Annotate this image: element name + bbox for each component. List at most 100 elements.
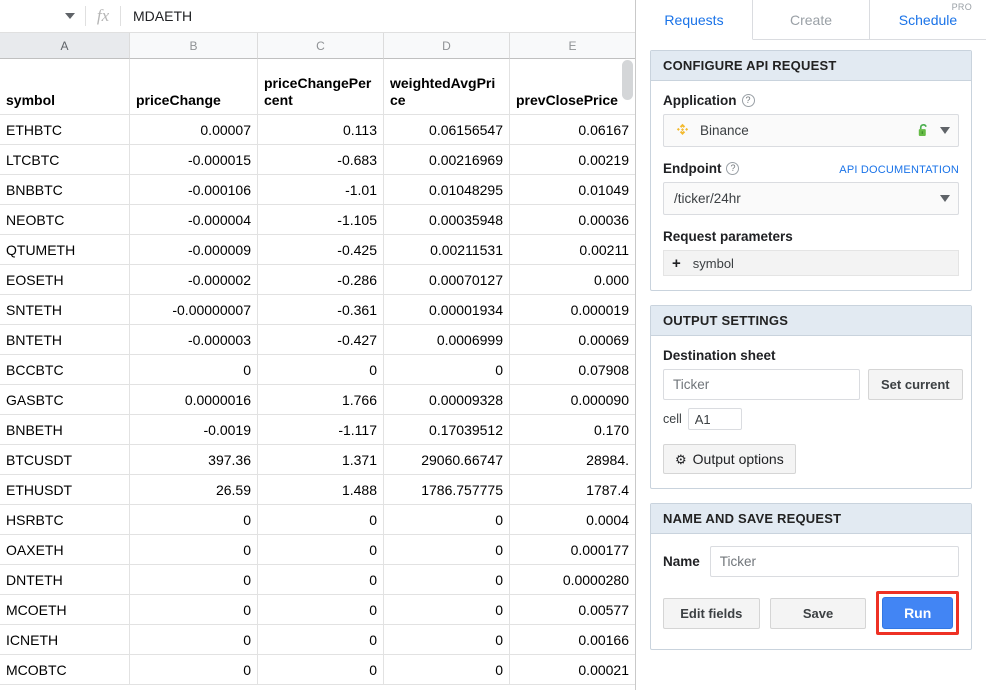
cell-weightedAvgPrice[interactable]: 0 bbox=[384, 355, 510, 385]
cell-symbol[interactable]: BNBETH bbox=[0, 415, 130, 445]
cell-priceChange[interactable]: 0 bbox=[130, 595, 258, 625]
cell-weightedAvgPrice[interactable]: 0.00211531 bbox=[384, 235, 510, 265]
cell-priceChangePercent[interactable]: -1.117 bbox=[258, 415, 384, 445]
cell-prevClosePrice[interactable]: 0.000 bbox=[510, 265, 635, 295]
parameter-row-symbol[interactable]: + symbol bbox=[663, 250, 959, 276]
cell-priceChangePercent[interactable]: -0.683 bbox=[258, 145, 384, 175]
chevron-down-icon[interactable] bbox=[65, 13, 75, 19]
cell-priceChangePercent[interactable]: -1.105 bbox=[258, 205, 384, 235]
cell-symbol[interactable]: BNBBTC bbox=[0, 175, 130, 205]
function-fx-icon[interactable]: fx bbox=[86, 6, 120, 26]
cell-priceChangePercent[interactable]: 0.113 bbox=[258, 115, 384, 145]
cell-symbol[interactable]: LTCBTC bbox=[0, 145, 130, 175]
column-header-c[interactable]: C bbox=[258, 33, 384, 59]
help-icon[interactable]: ? bbox=[726, 162, 740, 175]
header-cell-prevClosePrice[interactable]: prevClosePrice bbox=[510, 59, 635, 115]
destination-sheet-input[interactable] bbox=[663, 369, 860, 400]
header-cell-priceChangePercent[interactable]: priceChangePercent bbox=[258, 59, 384, 115]
application-select[interactable]: Binance bbox=[663, 114, 959, 147]
cell-priceChangePercent[interactable]: -0.286 bbox=[258, 265, 384, 295]
cell-priceChange[interactable]: 26.59 bbox=[130, 475, 258, 505]
cell-prevClosePrice[interactable]: 0.00166 bbox=[510, 625, 635, 655]
cell-prevClosePrice[interactable]: 0.000177 bbox=[510, 535, 635, 565]
cell-weightedAvgPrice[interactable]: 0.00216969 bbox=[384, 145, 510, 175]
tab-create[interactable]: Create bbox=[753, 0, 870, 39]
cell-priceChangePercent[interactable]: 0 bbox=[258, 535, 384, 565]
cell-weightedAvgPrice[interactable]: 0 bbox=[384, 625, 510, 655]
cell-priceChange[interactable]: 0 bbox=[130, 565, 258, 595]
cell-prevClosePrice[interactable]: 1787.4 bbox=[510, 475, 635, 505]
cell-priceChangePercent[interactable]: 0 bbox=[258, 565, 384, 595]
cell-prevClosePrice[interactable]: 28984. bbox=[510, 445, 635, 475]
cell-prevClosePrice[interactable]: 0.00577 bbox=[510, 595, 635, 625]
cell-weightedAvgPrice[interactable]: 0.01048295 bbox=[384, 175, 510, 205]
cell-symbol[interactable]: BTCUSDT bbox=[0, 445, 130, 475]
sheet-vertical-scrollbar[interactable] bbox=[622, 60, 633, 684]
cell-symbol[interactable]: ETHUSDT bbox=[0, 475, 130, 505]
cell-symbol[interactable]: EOSETH bbox=[0, 265, 130, 295]
help-icon[interactable]: ? bbox=[741, 94, 755, 107]
output-options-button[interactable]: ⚙ Output options bbox=[663, 444, 796, 474]
header-cell-weightedAvgPrice[interactable]: weightedAvgPrice bbox=[384, 59, 510, 115]
cell-prevClosePrice[interactable]: 0.0004 bbox=[510, 505, 635, 535]
cell-prevClosePrice[interactable]: 0.06167 bbox=[510, 115, 635, 145]
cell-weightedAvgPrice[interactable]: 0 bbox=[384, 655, 510, 685]
run-button[interactable]: Run bbox=[882, 597, 954, 629]
cell-symbol[interactable]: HSRBTC bbox=[0, 505, 130, 535]
cell-weightedAvgPrice[interactable]: 1786.757775 bbox=[384, 475, 510, 505]
cell-prevClosePrice[interactable]: 0.00219 bbox=[510, 145, 635, 175]
cell-priceChange[interactable]: -0.0019 bbox=[130, 415, 258, 445]
cell-priceChangePercent[interactable]: 0 bbox=[258, 655, 384, 685]
header-cell-priceChange[interactable]: priceChange bbox=[130, 59, 258, 115]
cell-weightedAvgPrice[interactable]: 0 bbox=[384, 535, 510, 565]
cell-priceChange[interactable]: -0.000002 bbox=[130, 265, 258, 295]
edit-fields-button[interactable]: Edit fields bbox=[663, 597, 760, 629]
cell-weightedAvgPrice[interactable]: 0.00009328 bbox=[384, 385, 510, 415]
set-current-button[interactable]: Set current bbox=[868, 369, 963, 400]
scrollbar-thumb[interactable] bbox=[622, 60, 633, 100]
cell-priceChange[interactable]: 397.36 bbox=[130, 445, 258, 475]
cell-prevClosePrice[interactable]: 0.000090 bbox=[510, 385, 635, 415]
cell-priceChange[interactable]: 0 bbox=[130, 355, 258, 385]
cell-symbol[interactable]: GASBTC bbox=[0, 385, 130, 415]
name-box[interactable] bbox=[0, 0, 85, 33]
cell-symbol[interactable]: OAXETH bbox=[0, 535, 130, 565]
cell-weightedAvgPrice[interactable]: 0.00001934 bbox=[384, 295, 510, 325]
cell-priceChange[interactable]: -0.000004 bbox=[130, 205, 258, 235]
column-header-e[interactable]: E bbox=[510, 33, 635, 59]
api-documentation-link[interactable]: API DOCUMENTATION bbox=[839, 164, 959, 176]
cell-priceChangePercent[interactable]: 1.488 bbox=[258, 475, 384, 505]
cell-priceChange[interactable]: 0 bbox=[130, 625, 258, 655]
cell-weightedAvgPrice[interactable]: 0 bbox=[384, 565, 510, 595]
cell-symbol[interactable]: MCOBTC bbox=[0, 655, 130, 685]
cell-priceChangePercent[interactable]: -0.425 bbox=[258, 235, 384, 265]
cell-weightedAvgPrice[interactable]: 0.06156547 bbox=[384, 115, 510, 145]
cell-prevClosePrice[interactable]: 0.170 bbox=[510, 415, 635, 445]
cell-priceChangePercent[interactable]: -0.361 bbox=[258, 295, 384, 325]
cell-weightedAvgPrice[interactable]: 0 bbox=[384, 505, 510, 535]
request-name-input[interactable] bbox=[709, 546, 959, 577]
cell-prevClosePrice[interactable]: 0.0000280 bbox=[510, 565, 635, 595]
cell-prevClosePrice[interactable]: 0.00211 bbox=[510, 235, 635, 265]
cell-prevClosePrice[interactable]: 0.07908 bbox=[510, 355, 635, 385]
tab-schedule[interactable]: PRO Schedule bbox=[870, 0, 986, 39]
chevron-down-icon[interactable] bbox=[940, 195, 950, 202]
save-button[interactable]: Save bbox=[769, 597, 867, 629]
endpoint-select[interactable]: /ticker/24hr bbox=[663, 182, 959, 215]
cell-priceChange[interactable]: -0.000015 bbox=[130, 145, 258, 175]
cell-symbol[interactable]: SNTETH bbox=[0, 295, 130, 325]
header-cell-symbol[interactable]: symbol bbox=[0, 59, 130, 115]
cell-priceChangePercent[interactable]: 1.371 bbox=[258, 445, 384, 475]
column-header-a[interactable]: A bbox=[0, 33, 130, 59]
cell-priceChange[interactable]: -0.000106 bbox=[130, 175, 258, 205]
unlock-icon[interactable] bbox=[917, 123, 930, 138]
chevron-down-icon[interactable] bbox=[940, 127, 950, 134]
cell-priceChange[interactable]: 0 bbox=[130, 535, 258, 565]
cell-symbol[interactable]: ETHBTC bbox=[0, 115, 130, 145]
cell-symbol[interactable]: MCOETH bbox=[0, 595, 130, 625]
cell-weightedAvgPrice[interactable]: 0.00070127 bbox=[384, 265, 510, 295]
cell-priceChange[interactable]: 0.0000016 bbox=[130, 385, 258, 415]
cell-priceChange[interactable]: -0.00000007 bbox=[130, 295, 258, 325]
plus-icon[interactable]: + bbox=[672, 256, 681, 271]
cell-priceChangePercent[interactable]: 0 bbox=[258, 595, 384, 625]
